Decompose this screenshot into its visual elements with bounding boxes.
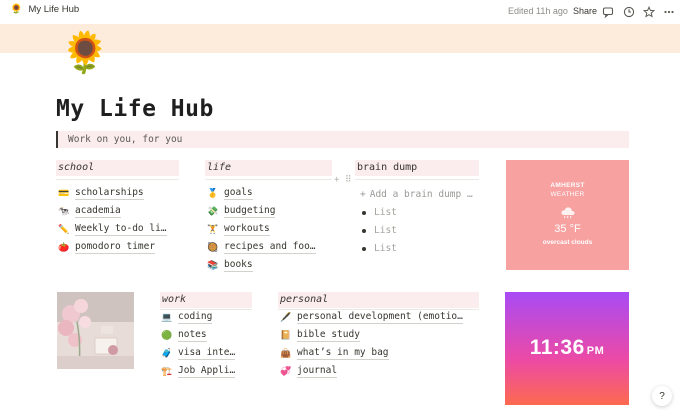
school-divider — [56, 179, 179, 180]
brain-dump-heading[interactable]: brain dump — [355, 160, 479, 176]
clock-time: 11:36 PM — [529, 336, 605, 359]
brain-dump-list-item[interactable]: List — [362, 243, 397, 254]
school-link-academia[interactable]: 🐄 academia — [58, 205, 121, 218]
personal-link-bag[interactable]: 👜 what’s in my bag — [280, 347, 389, 360]
medal-icon: 🥇 — [207, 188, 219, 199]
more-icon[interactable] — [662, 5, 676, 19]
top-bar: 🌻 My Life Hub Edited 11h ago Share — [0, 0, 680, 24]
brain-dump-list-item[interactable]: List — [362, 225, 397, 236]
money-icon: 💸 — [207, 206, 219, 217]
laptop-icon: 💻 — [161, 312, 173, 323]
bullet-icon — [362, 228, 366, 233]
flowers-photo — [57, 292, 134, 369]
handbag-icon: 👜 — [280, 348, 292, 359]
personal-heading[interactable]: personal — [278, 292, 479, 308]
add-brain-dump-button[interactable]: + Add a brain dump … — [360, 189, 473, 200]
life-link-goals[interactable]: 🥇 goals — [207, 187, 253, 200]
pencil-icon: ✏️ — [58, 224, 70, 235]
construction-icon: 🏗️ — [161, 366, 173, 377]
hearts-icon: 💞 — [280, 366, 292, 377]
work-link-visa[interactable]: 🧳 visa inte… — [161, 347, 236, 360]
work-link-coding[interactable]: 💻 coding — [161, 311, 213, 324]
brain-dump-divider — [355, 179, 479, 180]
life-link-workouts[interactable]: 🏋️ workouts — [207, 223, 270, 236]
cloud-icon — [561, 207, 575, 219]
bullet-icon — [362, 210, 366, 215]
books-icon: 📚 — [207, 260, 219, 271]
pen-icon: 🖋️ — [280, 312, 292, 323]
weather-label: WEATHER — [550, 191, 585, 198]
life-link-budgeting[interactable]: 💸 budgeting — [207, 205, 276, 218]
school-link-weekly-todo[interactable]: ✏️ Weekly to-do li… — [58, 223, 167, 236]
brain-dump-list-item[interactable]: List — [362, 207, 397, 218]
tomato-icon: 🍅 — [58, 242, 70, 253]
sunflower-icon: 🌻 — [10, 4, 23, 15]
credit-card-icon: 💳 — [58, 188, 70, 199]
edited-timestamp: Edited 11h ago — [508, 6, 568, 16]
help-button[interactable]: ? — [652, 386, 672, 406]
life-link-recipes[interactable]: 🥘 recipes and foo… — [207, 241, 316, 254]
notebook-icon: 📔 — [280, 330, 292, 341]
food-icon: 🥘 — [207, 242, 219, 253]
work-heading[interactable]: work — [160, 292, 252, 308]
sunflower-icon[interactable]: 🌻 — [60, 28, 110, 78]
comment-icon[interactable] — [601, 5, 615, 19]
personal-divider — [278, 309, 479, 310]
weather-temp: 35 °F — [554, 223, 581, 235]
school-link-scholarships[interactable]: 💳 scholarships — [58, 187, 144, 200]
life-heading[interactable]: life — [205, 160, 332, 176]
star-icon[interactable] — [642, 5, 656, 19]
luggage-icon: 🧳 — [161, 348, 173, 359]
breadcrumb[interactable]: 🌻 My Life Hub — [10, 4, 79, 15]
breadcrumb-title[interactable]: My Life Hub — [28, 4, 79, 15]
green-circle-icon: 🟢 — [161, 330, 173, 341]
page-title[interactable]: My Life Hub — [56, 96, 214, 122]
personal-link-development[interactable]: 🖋️ personal development (emotio… — [280, 311, 463, 324]
school-heading[interactable]: school — [56, 160, 179, 176]
clock-widget[interactable]: 11:36 PM — [505, 292, 629, 405]
page-quote[interactable]: Work on you, for you — [56, 131, 629, 148]
life-divider — [205, 179, 332, 180]
personal-link-journal[interactable]: 💞 journal — [280, 365, 338, 378]
share-button[interactable]: Share — [573, 6, 597, 16]
weather-widget[interactable]: AMHERST WEATHER 35 °F overcast clouds — [506, 160, 629, 270]
add-block-icon[interactable]: + — [334, 175, 339, 185]
weather-city: AMHERST — [550, 182, 585, 189]
weightlifter-icon: 🏋️ — [207, 224, 219, 235]
weather-desc: overcast clouds — [542, 239, 593, 246]
school-link-pomodoro[interactable]: 🍅 pomodoro timer — [58, 241, 156, 254]
work-divider — [160, 309, 252, 310]
personal-link-bible-study[interactable]: 📔 bible study — [280, 329, 360, 342]
work-link-job-applications[interactable]: 🏗️ Job Appli… — [161, 365, 236, 378]
bullet-icon — [362, 246, 366, 251]
life-link-books[interactable]: 📚 books — [207, 259, 253, 272]
cow-icon: 🐄 — [58, 206, 70, 217]
drag-handle-icon[interactable]: ⠿ — [345, 175, 352, 185]
clock-ampm: PM — [586, 345, 605, 357]
work-link-notes[interactable]: 🟢 notes — [161, 329, 207, 342]
plus-icon: + — [360, 189, 366, 200]
history-icon[interactable] — [622, 5, 636, 19]
